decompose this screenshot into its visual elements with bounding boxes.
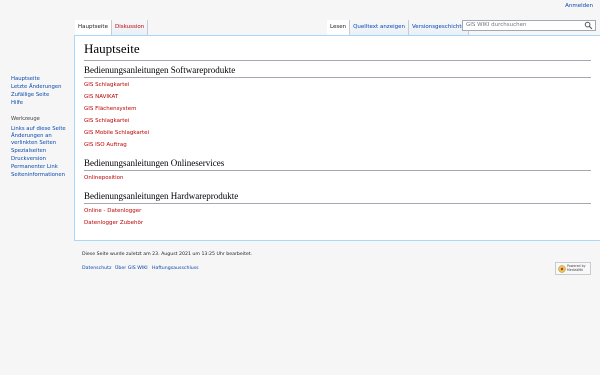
tab-hauptseite[interactable]: Hauptseite	[75, 20, 112, 35]
title-divider	[84, 60, 591, 61]
content-link[interactable]: Online - Datenlogger	[84, 208, 141, 215]
footer-link-ueber[interactable]: Über GIS WIKI	[115, 266, 148, 271]
content-link[interactable]: GIS ISO Auftrag	[84, 142, 127, 149]
section-divider	[84, 77, 591, 78]
section-divider	[84, 170, 591, 171]
content-link[interactable]: GIS Schlagkartei	[84, 118, 129, 125]
mediawiki-logo-icon	[558, 265, 566, 273]
content-area: Hauptseite Bedienungsanleitungen Softwar…	[74, 35, 600, 241]
footer-link-datenschutz[interactable]: Datenschutz	[82, 266, 111, 271]
section-heading-software: Bedienungsanleitungen Softwareprodukte	[84, 65, 236, 75]
sidebar-item-aenderungen-an[interactable]: Änderungen an	[11, 133, 52, 140]
sidebar-item-verlinkten-seiten[interactable]: verlinkten Seiten	[11, 140, 56, 147]
content-link[interactable]: GIS Mobile Schlagkartei	[84, 130, 149, 137]
powered-by-mediawiki-badge[interactable]: Powered by MediaWiki	[555, 262, 591, 275]
sidebar-item-links-auf-diese-seite[interactable]: Links auf diese Seite	[11, 126, 66, 133]
namespace-tabs: Hauptseite Diskussion	[75, 20, 149, 35]
search-input[interactable]: GIS WIKI durchsuchen	[462, 20, 596, 31]
badge-text: Powered by MediaWiki	[567, 264, 586, 272]
footer-link-haftungsausschluss[interactable]: Haftungsausschluss	[152, 266, 199, 271]
sidebar-item-spezialseiten[interactable]: Spezialseiten	[11, 148, 46, 155]
view-tabs: Lesen Quelltext anzeigen Versionsgeschic…	[327, 20, 469, 35]
sidebar-item-hilfe[interactable]: Hilfe	[11, 100, 23, 107]
content-link[interactable]: GIS NAVIKAT	[84, 94, 118, 101]
tab-diskussion[interactable]: Diskussion	[111, 20, 149, 35]
content-link[interactable]: Onlineposition	[84, 175, 124, 182]
sidebar-item-zufaellige-seite[interactable]: Zufällige Seite	[11, 92, 49, 99]
section-heading-online: Bedienungsanleitungen Onlineservices	[84, 158, 225, 168]
page-title: Hauptseite	[84, 41, 140, 56]
last-modified-text: Diese Seite wurde zuletzt am 23. August …	[82, 252, 253, 257]
login-link[interactable]: Anmelden	[565, 3, 593, 9]
sidebar-item-hauptseite[interactable]: Hauptseite	[11, 76, 40, 83]
section-divider	[84, 203, 591, 204]
section-heading-hardware: Bedienungsanleitungen Hardwareprodukte	[84, 191, 239, 201]
content-link[interactable]: GIS Flächensystem	[84, 106, 136, 113]
sidebar-item-seiteninformationen[interactable]: Seiteninformationen	[11, 172, 65, 179]
tab-lesen[interactable]: Lesen	[327, 20, 351, 35]
sidebar-item-permanenter-link[interactable]: Permanenter Link	[11, 164, 58, 171]
tab-quelltext[interactable]: Quelltext anzeigen	[350, 20, 409, 35]
search-icon[interactable]	[584, 21, 593, 30]
tools-heading: Werkzeuge	[11, 116, 40, 122]
content-link[interactable]: GIS Schlagkartei	[84, 82, 129, 89]
sidebar-item-letzte-aenderungen[interactable]: Letzte Änderungen	[11, 84, 61, 91]
content-link[interactable]: Datenlogger Zubehör	[84, 220, 143, 227]
tab-versionsgeschichte[interactable]: Versionsgeschichte	[408, 20, 469, 35]
sidebar-item-druckversion[interactable]: Druckversion	[11, 156, 46, 163]
